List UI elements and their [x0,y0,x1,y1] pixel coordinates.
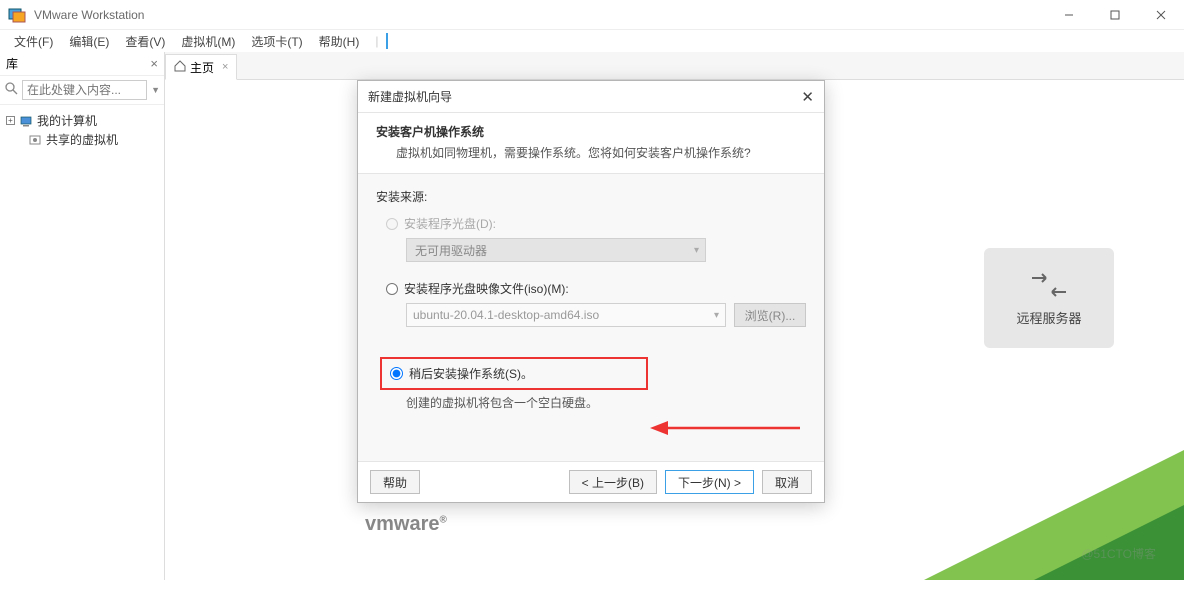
cancel-button[interactable]: 取消 [762,470,812,494]
tree-root-item[interactable]: + 我的计算机 [6,111,158,130]
library-search-input[interactable] [22,80,147,100]
menu-divider: | [367,32,386,50]
library-title: 库 [6,55,18,72]
dialog-title: 新建虚拟机向导 [368,88,452,105]
home-icon [174,60,186,75]
opt-iso-label: 安装程序光盘映像文件(iso)(M): [404,280,569,297]
tab-home-label: 主页 [190,59,214,76]
disc-none-label: 无可用驱动器 [415,242,487,259]
dialog-subheading: 虚拟机如同物理机，需要操作系统。您将如何安装客户机操作系统? [376,144,806,161]
close-library-icon[interactable]: × [150,56,158,71]
maximize-button[interactable] [1092,0,1138,30]
tab-home[interactable]: 主页 × [165,54,237,80]
annotation-arrow [650,413,800,448]
opt-iso[interactable]: 安装程序光盘映像文件(iso)(M): [386,280,806,297]
tree-child-label: 共享的虚拟机 [46,131,118,148]
tab-bar: 主页 × [165,52,1184,80]
watermark: @51CTO博客 [1081,545,1156,562]
close-button[interactable] [1138,0,1184,30]
disc-drive-select: 无可用驱动器 ▾ [406,238,706,262]
opt-install-later-highlight: 稍后安装操作系统(S)。 [380,357,648,390]
computer-icon [19,114,33,128]
library-sidebar: 库 × ▼ + 我的计算机 共享的虚拟机 [0,52,165,580]
tree-root-label: 我的计算机 [37,112,97,129]
menu-edit[interactable]: 编辑(E) [61,31,117,52]
menu-view[interactable]: 查看(V) [117,31,173,52]
iso-path-input[interactable]: ubuntu-20.04.1-desktop-amd64.iso ▾ [406,303,726,327]
remote-server-label: 远程服务器 [1016,308,1081,327]
menu-vm[interactable]: 虚拟机(M) [173,31,243,52]
radio-disc[interactable] [386,218,398,230]
browse-button[interactable]: 浏览(R)... [734,303,806,327]
library-tree: + 我的计算机 共享的虚拟机 [0,105,164,155]
decor-triangle [1034,505,1184,580]
later-note: 创建的虚拟机将包含一个空白硬盘。 [406,394,806,411]
menu-help[interactable]: 帮助(H) [311,31,368,52]
radio-later[interactable] [390,367,403,380]
chevron-down-icon: ▾ [694,245,699,256]
window-titlebar: VMware Workstation [0,0,1184,30]
remote-server-card[interactable]: 远程服务器 [984,248,1114,348]
minimize-button[interactable] [1046,0,1092,30]
radio-iso[interactable] [386,283,398,295]
chevron-down-icon: ▾ [714,310,719,321]
dialog-heading: 安装客户机操作系统 [376,123,806,140]
remote-server-icon [1029,270,1069,300]
opt-later-label: 稍后安装操作系统(S)。 [409,365,533,382]
expand-icon[interactable]: + [6,116,15,125]
next-button[interactable]: 下一步(N) > [665,470,754,494]
back-button[interactable]: < 上一步(B) [569,470,657,494]
search-icon [4,81,18,100]
menu-file[interactable]: 文件(F) [6,31,61,52]
window-title: VMware Workstation [34,8,1046,22]
shared-vm-icon [28,133,42,147]
dialog-close-icon[interactable]: ✕ [801,88,814,106]
app-logo-icon [8,6,26,24]
iso-path-value: ubuntu-20.04.1-desktop-amd64.iso [413,308,599,322]
view-side-icon[interactable] [386,33,388,49]
opt-disc-label: 安装程序光盘(D): [404,215,496,232]
vmware-logo: vmware® [365,513,447,536]
install-source-label: 安装来源: [376,188,806,205]
search-dropdown-icon[interactable]: ▼ [151,85,160,95]
tab-close-icon[interactable]: × [222,61,228,73]
tree-child-item[interactable]: 共享的虚拟机 [6,130,158,149]
menu-tabs[interactable]: 选项卡(T) [243,31,310,52]
help-button[interactable]: 帮助 [370,470,420,494]
menubar: 文件(F) 编辑(E) 查看(V) 虚拟机(M) 选项卡(T) 帮助(H) | [0,30,1184,52]
opt-installer-disc[interactable]: 安装程序光盘(D): [386,215,806,232]
